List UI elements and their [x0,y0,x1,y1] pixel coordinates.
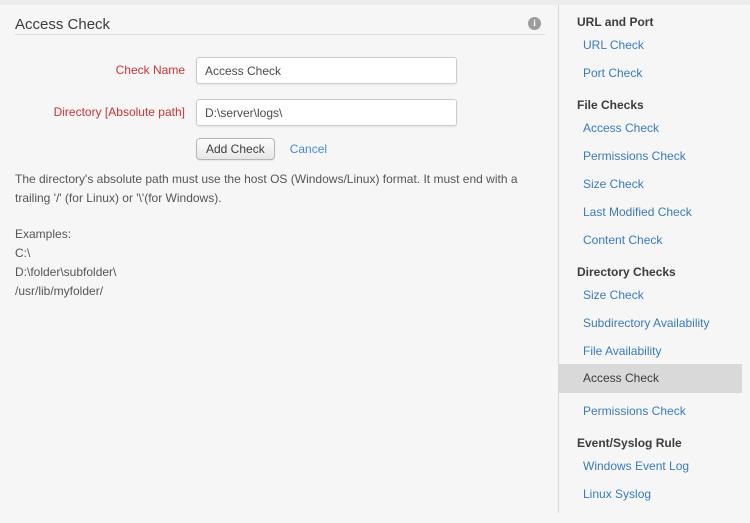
sidebar-section-event-syslog-rule: Event/Syslog Rule [577,434,750,453]
examples-title: Examples: [15,225,558,244]
sidebar-section-url-and-port: URL and Port [577,13,750,32]
example-path: /usr/lib/myfolder/ [15,282,558,301]
check-name-input[interactable] [196,57,457,84]
page-title: Access Check [15,15,545,34]
sidebar-item-subdirectory-availability[interactable]: Subdirectory Availability [583,314,750,333]
check-name-label: Check Name [0,57,185,84]
sidebar-item-size-check[interactable]: Size Check [583,286,750,305]
example-path: C:\ [15,244,558,263]
directory-path-label: Directory [Absolute path] [0,99,185,126]
sidebar-section-file-checks: File Checks [577,96,750,115]
sidebar-nav: URL and Port URL Check Port Check File Chec… [559,5,750,504]
sidebar-section-directory-checks: Directory Checks [577,263,750,282]
sidebar-item-access-check[interactable]: Access Check [583,119,750,138]
sidebar-item-permissions-check[interactable]: Permissions Check [583,402,750,421]
help-text: The directory's absolute path must use t… [15,170,553,208]
directory-path-input[interactable] [196,99,457,126]
sidebar-item-port-check[interactable]: Port Check [583,64,750,83]
sidebar-item-linux-syslog[interactable]: Linux Syslog [583,485,750,504]
main-panel: Access Check i Check Name Directory [Abs… [0,5,558,301]
title-row: Access Check i [15,15,545,35]
form-row: Directory [Absolute path] [0,99,558,126]
add-check-button[interactable]: Add Check [196,138,275,160]
sidebar-item-content-check[interactable]: Content Check [583,231,750,250]
sidebar-item-windows-event-log[interactable]: Windows Event Log [583,457,750,476]
sidebar-item-url-check[interactable]: URL Check [583,36,750,55]
form-row: Check Name [0,57,558,84]
examples-block: Examples: C:\D:\folder\subfolder\/usr/li… [15,225,558,301]
sidebar-item-access-check[interactable]: Access Check [559,364,742,393]
info-icon[interactable]: i [528,17,541,30]
example-path: D:\folder\subfolder\ [15,263,558,282]
sidebar-item-size-check[interactable]: Size Check [583,175,750,194]
sidebar-item-permissions-check[interactable]: Permissions Check [583,147,750,166]
check-form: Check Name Directory [Absolute path] Add… [0,57,558,160]
sidebar-item-file-availability[interactable]: File Availability [583,342,750,361]
sidebar-item-last-modified-check[interactable]: Last Modified Check [583,203,750,222]
cancel-link[interactable]: Cancel [290,142,327,156]
button-row: Add Check Cancel [196,138,558,160]
